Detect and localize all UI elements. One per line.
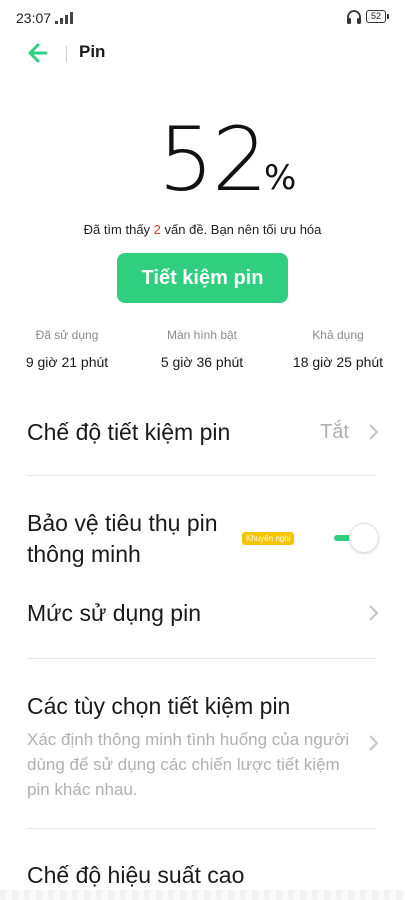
smart-protection-title-line1: Bảo vệ tiêu thụ pin	[27, 510, 218, 536]
high-performance-title: Chế độ hiệu suất cao	[27, 862, 245, 888]
stat-screen-on: Màn hình bật 5 giờ 36 phút	[132, 328, 272, 370]
battery-usage-title: Mức sử dụng pin	[27, 600, 201, 626]
issue-message: Đã tìm thấy 2 vấn đề. Bạn nên tối ưu hóa	[0, 222, 405, 237]
battery-status-icon: 52	[366, 10, 389, 23]
smart-protection-toggle[interactable]	[334, 524, 378, 552]
stat-screen-on-value: 5 giờ 36 phút	[160, 354, 244, 370]
divider	[27, 658, 376, 659]
usage-stats: Đã sử dụng 9 giờ 21 phút Màn hình bật 5 …	[0, 328, 405, 378]
power-saving-mode-row[interactable]: Chế độ tiết kiệm pin Tắt	[0, 405, 405, 461]
status-bar: 23:07 52	[0, 0, 405, 36]
recommended-badge: Khuyến nghị	[242, 532, 295, 545]
chevron-right-icon	[369, 424, 379, 440]
battery-percent-sign: %	[264, 158, 297, 198]
stat-screen-on-label: Màn hình bật	[166, 328, 238, 342]
app-bar: Pin	[0, 36, 405, 70]
stat-available: Khả dụng 18 giờ 25 phút	[268, 328, 405, 370]
battery-usage-row[interactable]: Mức sử dụng pin	[0, 585, 405, 641]
issue-suffix: vấn đề. Bạn nên tối ưu hóa	[160, 222, 322, 237]
divider	[27, 828, 376, 829]
battery-percent-value: 52	[158, 108, 268, 211]
smart-protection-title-line2: thông minh	[27, 541, 141, 567]
power-saving-mode-value: Tắt	[320, 421, 349, 443]
power-saving-mode-title: Chế độ tiết kiệm pin	[27, 419, 231, 445]
issue-prefix: Đã tìm thấy	[83, 222, 154, 237]
issue-count: 2	[153, 222, 161, 237]
high-performance-row[interactable]: Chế độ hiệu suất cao	[0, 845, 405, 890]
signal-icon	[55, 12, 73, 24]
stat-available-label: Khả dụng	[312, 328, 364, 342]
stat-used: Đã sử dụng 9 giờ 21 phút	[0, 328, 137, 370]
headset-icon	[347, 10, 361, 24]
toggle-knob	[350, 524, 378, 552]
saving-options-title: Các tùy chọn tiết kiệm pin	[27, 693, 291, 719]
chevron-right-icon	[369, 735, 379, 751]
stat-used-value: 9 giờ 21 phút	[25, 354, 109, 370]
stat-used-label: Đã sử dụng	[35, 328, 99, 342]
save-battery-button[interactable]: Tiết kiệm pin	[117, 253, 288, 303]
battery-hero: 52 %	[0, 110, 405, 210]
back-arrow-icon[interactable]	[24, 40, 54, 66]
status-time: 23:07	[16, 10, 52, 26]
divider	[27, 475, 376, 476]
app-bar-divider	[66, 46, 67, 62]
saving-options-description: Xác định thông minh tình huống của người…	[27, 730, 350, 799]
stat-available-value: 18 giờ 25 phút	[292, 354, 384, 370]
chevron-right-icon	[369, 605, 379, 621]
bottom-fade	[0, 890, 405, 900]
page-title: Pin	[79, 42, 106, 61]
